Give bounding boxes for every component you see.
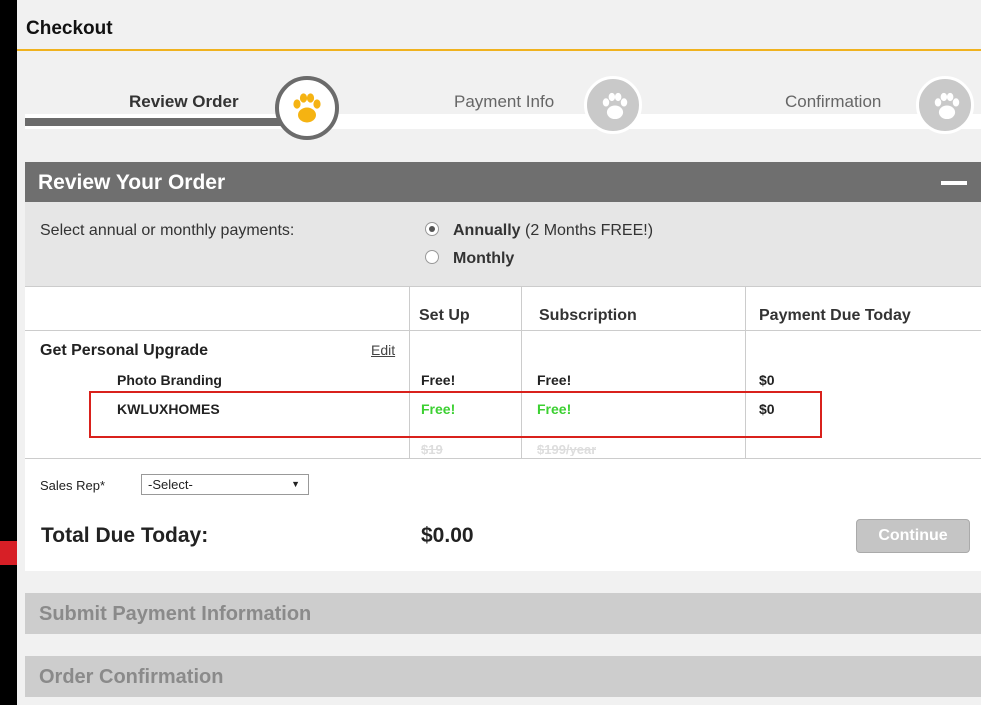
side-accent [0,541,17,565]
total-due-label: Total Due Today: [41,524,209,547]
sales-rep-label: Sales Rep* [40,478,106,493]
submit-payment-section-header[interactable]: Submit Payment Information [25,593,981,634]
annually-label: Annually [453,222,521,239]
product-name: Get Personal Upgrade [40,342,209,359]
page-title: Checkout [26,18,113,39]
edit-link[interactable]: Edit [371,342,395,358]
payment-frequency-section: Select annual or monthly payments: Annua… [25,202,981,286]
order-confirmation-title: Order Confirmation [39,666,224,688]
continue-button[interactable]: Continue [856,519,970,553]
step-confirmation-label: Confirmation [785,92,882,111]
review-order-title: Review Your Order [38,171,226,194]
chevron-down-icon: ▼ [291,479,300,489]
order-confirmation-section-header[interactable]: Order Confirmation [25,656,981,697]
order-footer: Sales Rep* -Select- ▼ Total Due Today: $… [25,458,981,571]
item-due: $0 [759,372,775,388]
paw-icon [916,76,974,134]
submit-payment-title: Submit Payment Information [39,603,312,625]
annually-radio[interactable] [425,222,439,236]
paw-icon [275,76,339,140]
item-setup-original-price: $19 [421,442,443,456]
checkout-header: Checkout [17,0,981,51]
annually-note: (2 Months FREE!) [525,222,654,239]
item-name: Photo Branding [117,372,222,388]
annually-option[interactable]: Annually (2 Months FREE!) [425,222,653,240]
paw-icon [584,76,642,134]
progress-track-completed [25,118,305,126]
monthly-radio[interactable] [425,250,439,264]
checkout-page: Checkout Review Order Payment Info Confi… [17,0,981,705]
sales-rep-select[interactable]: -Select- ▼ [141,474,309,495]
step-payment-info-label: Payment Info [454,92,555,111]
item-subscription: Free! [537,372,572,388]
table-divider [25,330,981,331]
column-header-payment-due: Payment Due Today [759,307,911,324]
column-header-setup: Set Up [419,307,470,324]
collapse-icon[interactable] [941,181,967,185]
step-review-order-label: Review Order [129,92,239,111]
item-setup: Free! [421,372,456,388]
table-divider [25,286,981,287]
column-header-subscription: Subscription [539,307,637,324]
monthly-label: Monthly [453,250,515,267]
highlight-box [89,391,822,438]
sales-rep-value: -Select- [148,477,193,492]
review-order-panel-header: Review Your Order [25,162,981,202]
total-due-value: $0.00 [421,524,474,547]
item-subscription-original-price: $199/year [537,442,597,456]
monthly-option[interactable]: Monthly [425,250,514,268]
payment-frequency-prompt: Select annual or monthly payments: [40,222,295,239]
